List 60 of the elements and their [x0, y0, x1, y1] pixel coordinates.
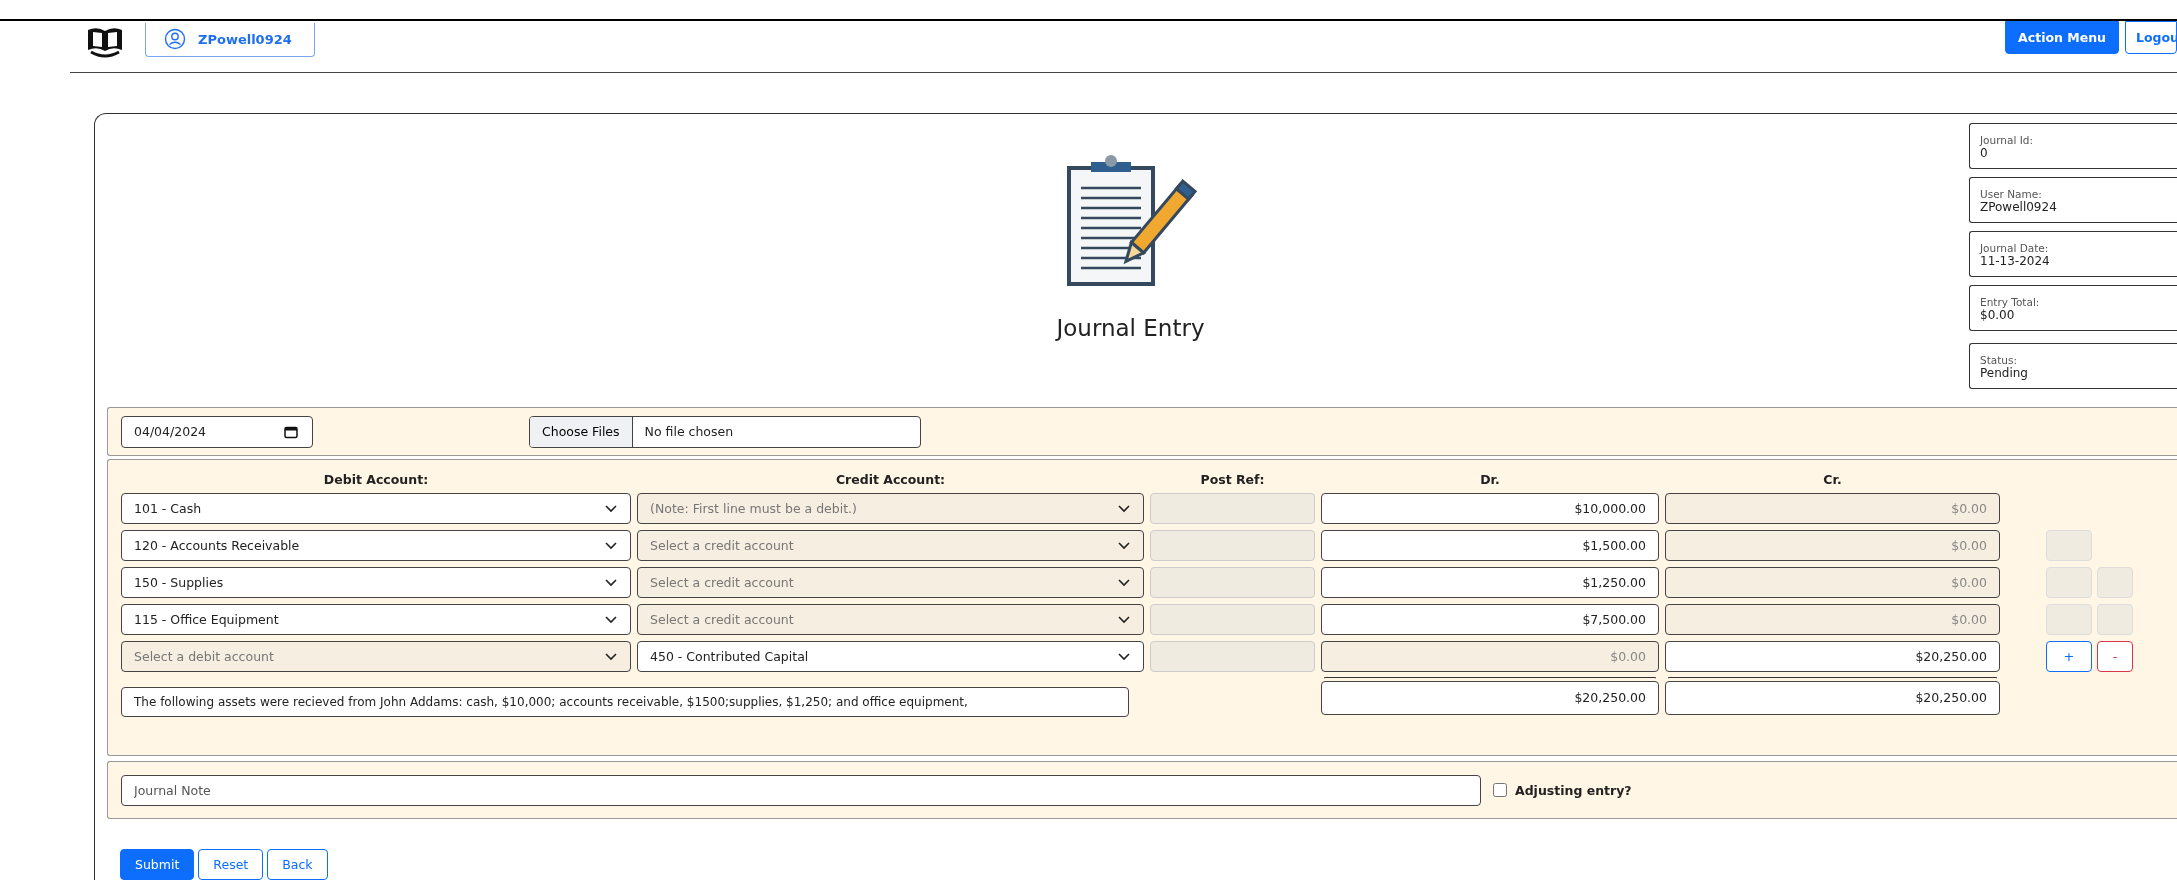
info-label: Journal Date:: [1980, 242, 2050, 254]
page-title: Journal Entry: [1056, 315, 1205, 341]
chevron-down-icon: [1117, 615, 1131, 624]
chevron-down-icon: [604, 504, 618, 513]
debit-amount-field[interactable]: $1,500.00: [1321, 530, 1659, 561]
choose-files-button[interactable]: Choose Files: [530, 416, 633, 447]
chevron-down-icon: [1117, 652, 1131, 661]
form-button[interactable]: Reset: [198, 849, 264, 880]
form-button[interactable]: Back: [267, 849, 328, 880]
info-value: ZPowell0924: [1980, 200, 2058, 214]
nav-button[interactable]: Logou: [2125, 21, 2177, 54]
info-label: Entry Total:: [1980, 296, 2041, 308]
info-value: 11-13-2024: [1980, 254, 2051, 268]
description-field[interactable]: The following assets were recieved from John Addams: cash, $10,000; accounts receivable, $1500;supplies, $1,250; and office equipment,: [121, 687, 1129, 717]
column-header: Cr.: [1822, 473, 1843, 487]
debit-amount-field: $0.00: [1321, 641, 1659, 672]
chevron-down-icon: [604, 615, 618, 624]
calendar-icon: [284, 424, 298, 439]
remove-line-button[interactable]: -: [2097, 641, 2133, 672]
form-button[interactable]: Submit: [120, 849, 195, 880]
debit-account-select[interactable]: 101 - Cash: [121, 493, 631, 524]
debit-account-select[interactable]: 115 - Office Equipment: [121, 604, 631, 635]
credit-total-field: $20,250.00: [1665, 680, 2000, 715]
info-label: Journal Id:: [1980, 134, 2034, 146]
info-value: $0.00: [1980, 308, 2016, 322]
chevron-down-icon: [604, 541, 618, 550]
info-value: 0: [1980, 146, 1989, 160]
date-field[interactable]: 04/04/2024: [121, 415, 313, 448]
credit-amount-field[interactable]: $20,250.00: [1665, 641, 2000, 672]
column-header: Post Ref:: [1199, 473, 1266, 487]
debit-amount-field[interactable]: $10,000.00: [1321, 493, 1659, 524]
info-value: Pending: [1980, 366, 2029, 380]
credit-amount-field: $0.00: [1665, 530, 2000, 561]
debit-amount-field[interactable]: $1,250.00: [1321, 567, 1659, 598]
info-label: User Name:: [1980, 188, 2043, 200]
column-header: Debit Account:: [322, 473, 430, 487]
debit-account-select[interactable]: 120 - Accounts Receivable: [121, 530, 631, 561]
add-line-button[interactable]: +: [2046, 641, 2092, 672]
journal-note-field[interactable]: Journal Note: [121, 774, 1481, 806]
adjusting-entry-checkbox[interactable]: [1493, 783, 1507, 797]
chevron-down-icon: [1117, 541, 1131, 550]
chevron-down-icon: [604, 578, 618, 587]
credit-amount-field: $0.00: [1665, 567, 2000, 598]
column-header: Dr.: [1479, 473, 1501, 487]
info-label: Status:: [1980, 354, 2018, 366]
nav-button[interactable]: Action Menu: [2005, 21, 2119, 54]
credit-amount-field: $0.00: [1665, 604, 2000, 635]
credit-amount-field: $0.00: [1665, 493, 2000, 524]
user-button[interactable]: ZPowell0924: [145, 22, 315, 57]
debit-total-field: $20,250.00: [1321, 680, 1659, 715]
chevron-down-icon: [1117, 504, 1131, 513]
debit-amount-field[interactable]: $7,500.00: [1321, 604, 1659, 635]
adjusting-entry-label: Adjusting entry?: [1515, 782, 1632, 798]
column-header: Credit Account:: [834, 473, 947, 487]
chevron-down-icon: [1117, 578, 1131, 587]
debit-account-select[interactable]: 150 - Supplies: [121, 567, 631, 598]
user-icon: [164, 28, 186, 50]
chevron-down-icon: [604, 652, 618, 661]
file-status-text: No file chosen: [643, 423, 734, 441]
credit-account-select[interactable]: 450 - Contributed Capital: [637, 641, 1144, 672]
